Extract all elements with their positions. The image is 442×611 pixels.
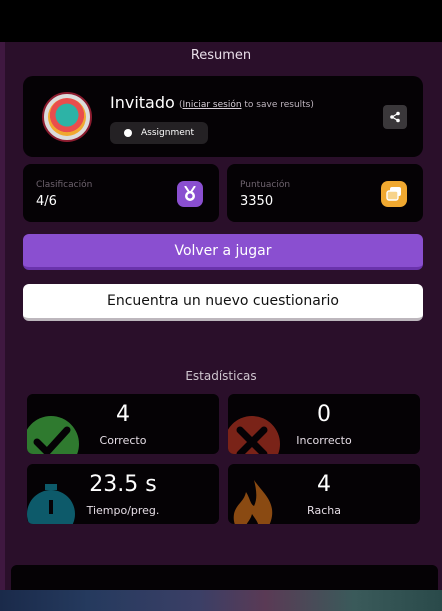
streak-count: 4 xyxy=(317,472,331,497)
share-icon xyxy=(390,111,400,123)
left-edge xyxy=(0,42,5,590)
player-name: Invitado xyxy=(110,93,175,112)
bottom-gradient xyxy=(0,590,442,611)
stats-title: Estadísticas xyxy=(185,369,257,383)
stat-tile-incorrect: 0 Incorrecto xyxy=(228,394,420,454)
stat-tile-time: 23.5 s Tiempo/preg. xyxy=(27,464,219,524)
avatar xyxy=(42,92,92,142)
correct-count: 4 xyxy=(116,402,130,427)
time-per-question: 23.5 s xyxy=(89,472,157,497)
ranking-box: Clasificación 4/6 xyxy=(23,164,219,222)
streak-label: Racha xyxy=(307,504,341,517)
share-button[interactable] xyxy=(383,105,407,129)
login-link[interactable]: Iniciar sesión xyxy=(183,100,242,110)
assignment-badge: Assignment xyxy=(110,122,208,144)
score-icon xyxy=(381,181,407,207)
stat-tile-streak: 4 Racha xyxy=(228,464,420,524)
play-again-button[interactable]: Volver a jugar xyxy=(23,234,423,270)
assignment-label: Assignment xyxy=(141,128,194,138)
page-title: Resumen xyxy=(190,48,252,63)
ranking-value: 4/6 xyxy=(36,194,57,209)
correct-label: Correcto xyxy=(99,434,147,447)
time-label: Tiempo/preg. xyxy=(86,504,160,517)
find-quiz-button[interactable]: Encuentra un nuevo cuestionario xyxy=(23,284,423,321)
profile-card: Invitado (Iniciar sesión to save results… xyxy=(23,76,423,157)
incorrect-label: Incorrecto xyxy=(296,434,352,447)
medal-icon xyxy=(177,181,203,207)
incorrect-count: 0 xyxy=(317,402,331,427)
score-box: Puntuación 3350 xyxy=(227,164,423,222)
score-value: 3350 xyxy=(240,194,274,209)
login-hint: (Iniciar sesión to save results) xyxy=(179,100,314,110)
clock-icon xyxy=(124,129,132,137)
ranking-label: Clasificación xyxy=(36,180,93,190)
stat-tile-correct: 4 Correcto xyxy=(27,394,219,454)
top-bar xyxy=(0,0,442,42)
score-label: Puntuación xyxy=(240,180,291,190)
